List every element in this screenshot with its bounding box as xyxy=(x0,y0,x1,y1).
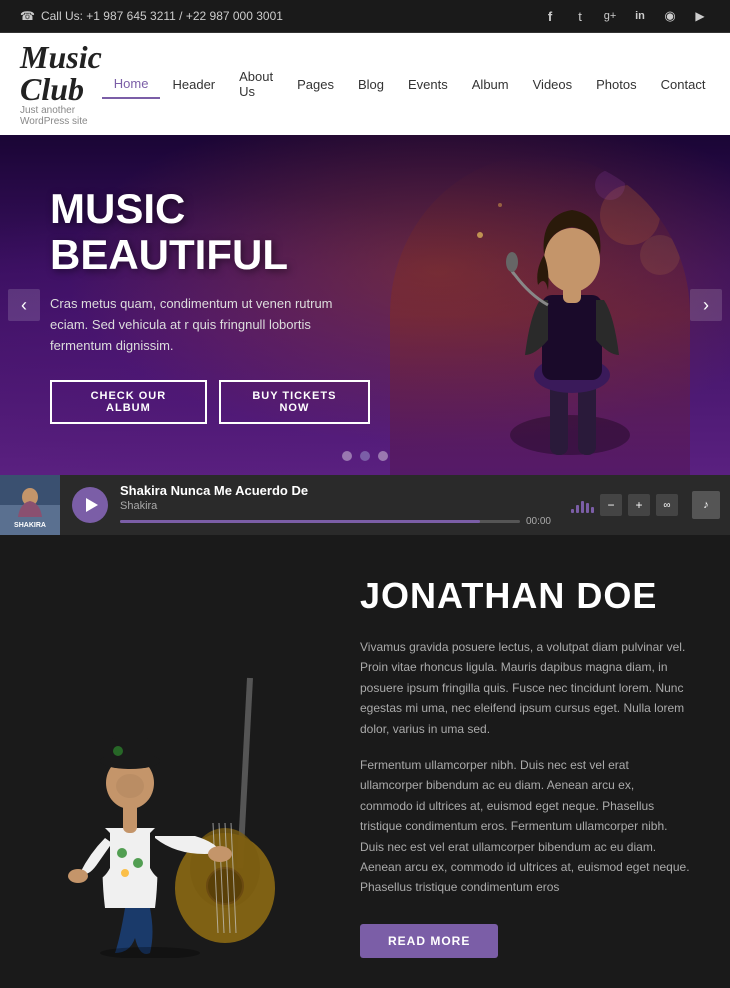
artist-section: JONATHAN DOE Vivamus gravida posuere lec… xyxy=(0,535,730,988)
artist-image-wrap xyxy=(40,565,320,958)
nav-contact[interactable]: Contact xyxy=(649,71,718,98)
player-info: Shakira Nunca Me Acuerdo De Shakira 00:0… xyxy=(120,483,561,527)
hero-buttons: CHECK OUR ALBUM BUY TICKETS NOW xyxy=(50,380,370,424)
check-album-button[interactable]: CHECK OUR ALBUM xyxy=(50,380,207,424)
player-controls: − + ∞ ♪ xyxy=(561,491,730,519)
hero-singer-image xyxy=(390,155,690,475)
playlist-button[interactable]: ♪ xyxy=(692,491,720,519)
header: Music Club Just another WordPress site H… xyxy=(0,33,730,135)
artist-desc-1: Vivamus gravida posuere lectus, a volutp… xyxy=(360,637,690,739)
social-links: f t g+ in ◉ ▶ xyxy=(540,6,710,26)
progress-bar[interactable] xyxy=(120,520,520,523)
hero-dot-2[interactable] xyxy=(360,451,370,461)
hero-text: Cras metus quam, condimentum ut venen ru… xyxy=(50,294,370,356)
progress-fill xyxy=(120,520,480,523)
top-bar: ☎ Call Us: +1 987 645 3211 / +22 987 000… xyxy=(0,0,730,33)
nav-home[interactable]: Home xyxy=(102,70,161,99)
logo-subtitle: Just another WordPress site xyxy=(20,105,102,127)
hero-section: MUSIC BEAUTIFUL Cras metus quam, condime… xyxy=(0,135,730,475)
music-player: SHAKIRA Shakira Nunca Me Acuerdo De Shak… xyxy=(0,475,730,535)
main-nav: Home Header About Us Pages Blog Events A… xyxy=(102,63,718,105)
volume-up-button[interactable]: + xyxy=(628,494,650,516)
progress-bar-container: 00:00 xyxy=(120,516,551,527)
vol-bar-5 xyxy=(591,507,594,513)
loop-button[interactable]: ∞ xyxy=(656,494,678,516)
artist-illustration xyxy=(50,668,310,958)
vol-bar-3 xyxy=(581,501,584,513)
rss-link[interactable]: ◉ xyxy=(660,6,680,26)
player-time: 00:00 xyxy=(526,516,551,527)
artist-name: JONATHAN DOE xyxy=(360,575,690,617)
artist-desc-2: Fermentum ullamcorper nibh. Duis nec est… xyxy=(360,755,690,898)
nav-videos[interactable]: Videos xyxy=(521,71,585,98)
googleplus-link[interactable]: g+ xyxy=(600,6,620,26)
linkedin-link[interactable]: in xyxy=(630,6,650,26)
hero-next-button[interactable]: › xyxy=(690,289,722,321)
hero-title: MUSIC BEAUTIFUL xyxy=(50,186,370,278)
hero-prev-button[interactable]: ‹ xyxy=(8,289,40,321)
song-title: Shakira Nunca Me Acuerdo De xyxy=(120,483,551,498)
twitter-link[interactable]: t xyxy=(570,6,590,26)
vol-bar-4 xyxy=(586,503,589,513)
play-button[interactable] xyxy=(72,487,108,523)
read-more-button[interactable]: READ MORE xyxy=(360,924,498,958)
hero-dots xyxy=(342,451,388,461)
album-cover: SHAKIRA xyxy=(0,475,60,535)
youtube-link[interactable]: ▶ xyxy=(690,6,710,26)
nav-photos[interactable]: Photos xyxy=(584,71,648,98)
vol-bar-1 xyxy=(571,509,574,513)
phone-text: Call Us: +1 987 645 3211 / +22 987 000 3… xyxy=(41,9,283,23)
phone-icon: ☎ xyxy=(20,9,35,23)
artist-content: JONATHAN DOE Vivamus gravida posuere lec… xyxy=(360,565,690,958)
album-cover-image: SHAKIRA xyxy=(0,475,60,535)
hero-dot-1[interactable] xyxy=(342,451,352,461)
facebook-link[interactable]: f xyxy=(540,6,560,26)
hero-content: MUSIC BEAUTIFUL Cras metus quam, condime… xyxy=(0,186,420,425)
song-artist: Shakira xyxy=(120,500,551,512)
nav-about[interactable]: About Us xyxy=(227,63,285,105)
nav-events[interactable]: Events xyxy=(396,71,460,98)
buy-tickets-button[interactable]: BUY TICKETS NOW xyxy=(219,380,370,424)
hero-dot-3[interactable] xyxy=(378,451,388,461)
nav-album[interactable]: Album xyxy=(460,71,521,98)
nav-header[interactable]: Header xyxy=(160,71,227,98)
nav-pages[interactable]: Pages xyxy=(285,71,346,98)
site-logo[interactable]: Music Club xyxy=(20,41,102,105)
phone-info: ☎ Call Us: +1 987 645 3211 / +22 987 000… xyxy=(20,9,283,23)
logo-wrap: Music Club Just another WordPress site xyxy=(20,41,102,127)
svg-text:SHAKIRA: SHAKIRA xyxy=(14,522,46,529)
volume-down-button[interactable]: − xyxy=(600,494,622,516)
nav-blog[interactable]: Blog xyxy=(346,71,396,98)
volume-bars xyxy=(571,497,594,513)
vol-bar-2 xyxy=(576,505,579,513)
